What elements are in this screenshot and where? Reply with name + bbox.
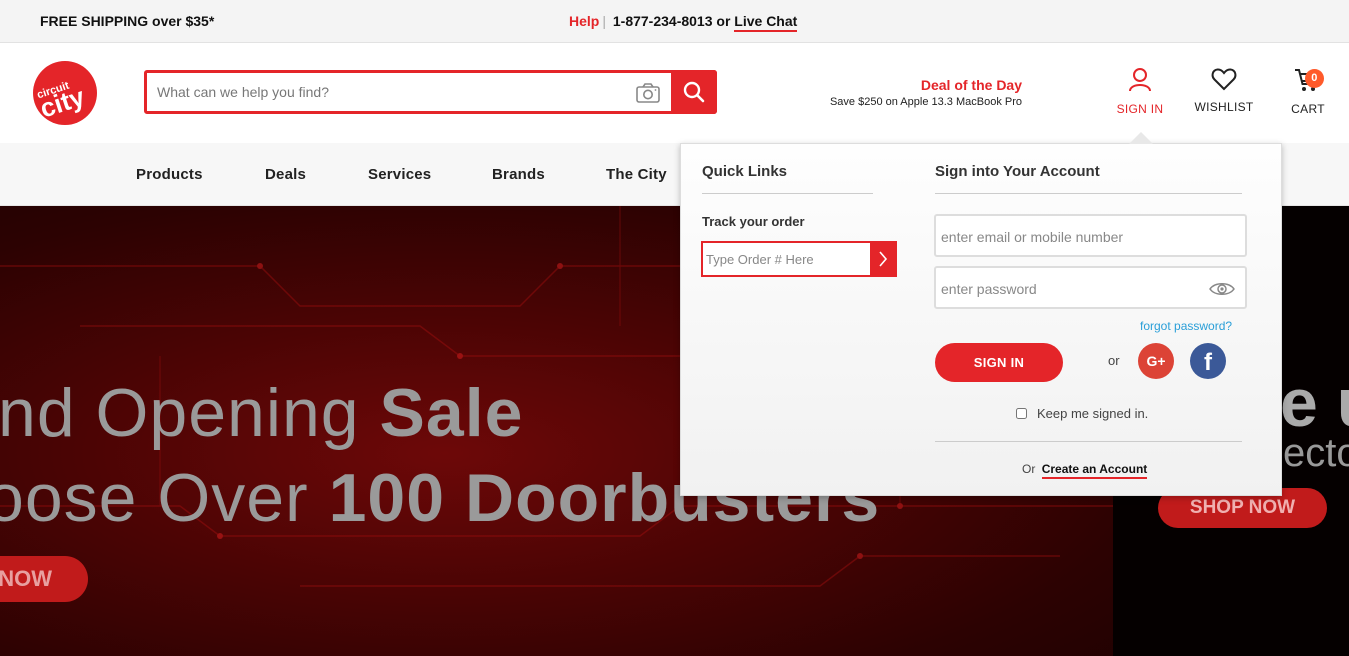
separator: | [602, 13, 606, 29]
or-separator: or [1108, 353, 1120, 368]
keep-signed-in-label: Keep me signed in. [1037, 406, 1149, 421]
contact-info: Help | 1-877-234-8013 or Live Chat [569, 13, 798, 32]
help-link[interactable]: Help [569, 13, 599, 29]
google-plus-icon[interactable]: G+ [1138, 343, 1174, 379]
sign-in-title: Sign into Your Account [935, 163, 1100, 180]
quick-links-title: Quick Links [702, 163, 788, 180]
create-account-row: Or Create an Account [1022, 462, 1148, 479]
chevron-right-icon [879, 251, 888, 267]
dropdown-caret [1129, 132, 1153, 144]
hero-headline-2-light: oose Over [0, 460, 329, 536]
deal-of-the-day[interactable]: Deal of the Day Save $250 on Apple 13.3 … [760, 77, 1022, 108]
password-input[interactable] [941, 280, 1191, 298]
deal-subtitle: Save $250 on Apple 13.3 MacBook Pro [829, 96, 1022, 108]
track-order-submit-button[interactable] [870, 241, 897, 277]
hero-headline-1-light: nd Opening [0, 375, 380, 451]
circuit-city-logo[interactable]: circuit city [32, 60, 98, 126]
order-number-input[interactable] [706, 250, 866, 268]
email-input[interactable] [941, 228, 1191, 246]
promo-bar: FREE SHIPPING over $35* Help | 1-877-234-… [0, 0, 1349, 43]
forgot-password-link[interactable]: forgot password? [1140, 319, 1232, 333]
hero-headline-1-bold: Sale [379, 375, 524, 451]
nav-item-brands[interactable]: Brands [492, 166, 545, 183]
facebook-icon[interactable]: f [1190, 343, 1226, 379]
divider [935, 193, 1242, 194]
camera-icon[interactable] [635, 81, 661, 105]
search-icon [683, 81, 705, 103]
cart-button[interactable]: 0 CART [1285, 67, 1331, 116]
nav-item-services[interactable]: Services [368, 166, 431, 183]
sign-in-button[interactable]: SIGN IN [1112, 67, 1168, 116]
user-icon [1129, 68, 1151, 92]
live-chat-link[interactable]: Live Chat [734, 13, 798, 32]
search-button[interactable] [671, 70, 717, 114]
account-dropdown: Quick Links Track your order Sign into Y… [680, 143, 1282, 496]
phone-number: 1-877-234-8013 or [612, 13, 731, 29]
nav-item-products[interactable]: Products [136, 166, 203, 183]
keep-signed-in-checkbox[interactable] [1016, 408, 1027, 419]
sign-in-label: SIGN IN [1116, 102, 1164, 116]
password-field [934, 266, 1247, 309]
wishlist-button[interactable]: WISHLIST [1190, 67, 1258, 114]
sign-in-submit-button[interactable]: SIGN IN [935, 343, 1063, 382]
divider [702, 193, 873, 194]
next-slide-headline-2: ecto [1283, 431, 1349, 475]
wishlist-label: WISHLIST [1194, 100, 1254, 114]
create-account-prefix: Or [1022, 462, 1036, 476]
track-order-label: Track your order [702, 214, 805, 229]
divider [935, 441, 1242, 442]
cart-label: CART [1291, 102, 1325, 116]
nav-item-the-city[interactable]: The City [606, 166, 667, 183]
search-bar [144, 70, 717, 114]
track-order-form [701, 241, 897, 277]
heart-icon [1211, 68, 1237, 91]
free-shipping-text: FREE SHIPPING over $35* [40, 13, 215, 29]
site-header: circuit city Deal of the Day Save $250 o… [0, 43, 1349, 143]
show-password-icon[interactable] [1209, 281, 1235, 302]
keep-signed-in: Keep me signed in. [1016, 406, 1148, 421]
deal-title: Deal of the Day [920, 77, 1022, 93]
email-field [934, 214, 1247, 257]
hero-headline-1: nd Opening Sale [0, 374, 523, 452]
hero-shop-button[interactable]: NOW [0, 556, 88, 602]
nav-item-deals[interactable]: Deals [265, 166, 306, 183]
create-account-link[interactable]: Create an Account [1041, 462, 1148, 479]
search-input[interactable] [157, 81, 627, 103]
cart-count-badge: 0 [1305, 69, 1324, 88]
